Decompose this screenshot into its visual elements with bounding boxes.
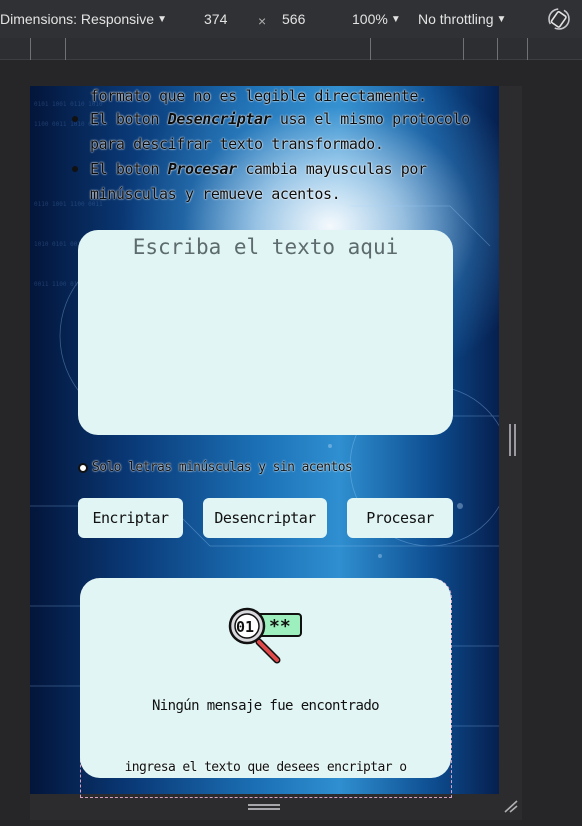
- throttling-dropdown[interactable]: No throttling ▼: [418, 11, 506, 27]
- throttling-label: No throttling: [418, 11, 494, 27]
- info-line: para descifrar texto transformado.: [90, 135, 384, 153]
- height-input[interactable]: 566: [282, 11, 305, 27]
- zoom-label: 100%: [352, 11, 388, 27]
- text-input[interactable]: [78, 230, 453, 435]
- chevron-down-icon: ▼: [157, 13, 167, 25]
- svg-text:**: **: [269, 616, 291, 637]
- info-line: El boton Procesar cambia mayusculas por: [90, 160, 427, 178]
- bullet-icon: [72, 166, 78, 172]
- notice-text: Solo letras minúsculas y sin acentos: [92, 460, 353, 475]
- svg-text:01: 01: [236, 618, 254, 636]
- magnifier-binary-icon: ** 01: [228, 607, 302, 664]
- constraint-notice: Solo letras minúsculas y sin acentos: [78, 460, 353, 475]
- times-icon: ×: [258, 13, 267, 29]
- corner-resize-icon[interactable]: [501, 798, 519, 814]
- chevron-down-icon: ▼: [496, 13, 507, 25]
- width-value: 374: [204, 11, 228, 27]
- encrypt-button[interactable]: Encriptar: [78, 498, 183, 538]
- bottom-resize-handle-icon[interactable]: [248, 804, 280, 810]
- info-line: El boton Desencriptar usa el mismo proto…: [90, 110, 470, 128]
- info-line: minúsculas y remueve acentos.: [90, 185, 341, 203]
- output-subtitle: ingresa el texto que desees encriptar o: [124, 760, 407, 775]
- info-dot-icon: [78, 462, 88, 473]
- dimensions-label: Dimensions: Responsive: [0, 11, 155, 27]
- resize-handle-icon[interactable]: [509, 424, 516, 456]
- info-line: formato que no es legible directamente.: [90, 87, 427, 105]
- width-input[interactable]: 374: [204, 11, 227, 27]
- height-value: 566: [282, 11, 306, 27]
- media-query-ruler: [0, 38, 582, 60]
- process-button[interactable]: Procesar: [347, 498, 453, 538]
- chevron-down-icon: ▼: [390, 13, 401, 25]
- decrypt-button[interactable]: Desencriptar: [203, 498, 327, 538]
- devtools-toolbar: Dimensions: Responsive ▼ 374 × 566 100% …: [0, 0, 582, 38]
- rotate-icon[interactable]: [546, 6, 572, 32]
- zoom-dropdown[interactable]: 100% ▼: [352, 11, 401, 27]
- bullet-icon: [72, 116, 78, 122]
- dimensions-dropdown[interactable]: Dimensions: Responsive ▼: [0, 11, 167, 27]
- output-title: Ningún mensaje fue encontrado: [151, 698, 380, 714]
